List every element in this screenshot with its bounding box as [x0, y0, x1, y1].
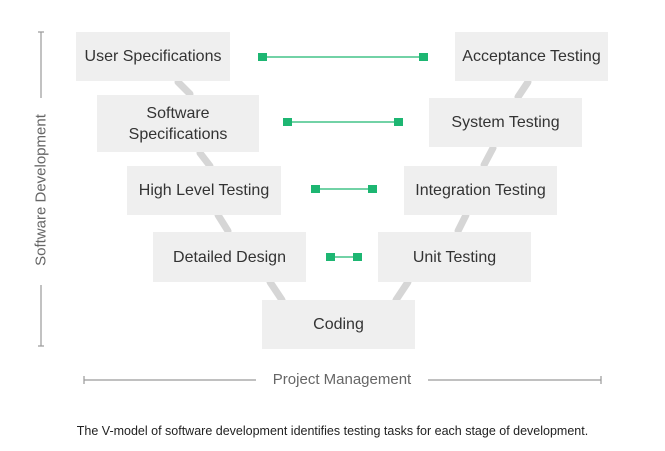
stage-system-testing: System Testing	[429, 98, 582, 147]
stage-integration-testing: Integration Testing	[404, 166, 557, 215]
connector-right-1	[514, 78, 532, 101]
connector-right-4	[392, 278, 412, 304]
vertical-axis-label: Software Development	[32, 108, 50, 272]
connector-right-2	[480, 144, 497, 169]
verification-links	[258, 53, 428, 261]
stage-unit-testing: Unit Testing	[378, 232, 531, 282]
link-4	[326, 253, 362, 261]
connector-left-1	[174, 78, 194, 98]
link-2	[283, 118, 403, 126]
link-3	[311, 185, 377, 193]
horizontal-axis-label: Project Management	[264, 371, 420, 388]
link-1	[258, 53, 428, 61]
stage-software-specifications: Software Specifications	[97, 95, 259, 152]
stage-high-level-testing: High Level Testing	[127, 166, 281, 215]
figure-caption: The V-model of software development iden…	[76, 424, 589, 438]
stage-detailed-design: Detailed Design	[153, 232, 306, 282]
stage-acceptance-testing: Acceptance Testing	[455, 32, 608, 81]
connector-right-3	[454, 211, 470, 235]
stage-coding: Coding	[262, 300, 415, 349]
stage-user-specifications: User Specifications	[76, 32, 230, 81]
connector-left-4	[266, 278, 286, 304]
connector-left-3	[214, 211, 232, 235]
connector-left-2	[196, 149, 214, 170]
